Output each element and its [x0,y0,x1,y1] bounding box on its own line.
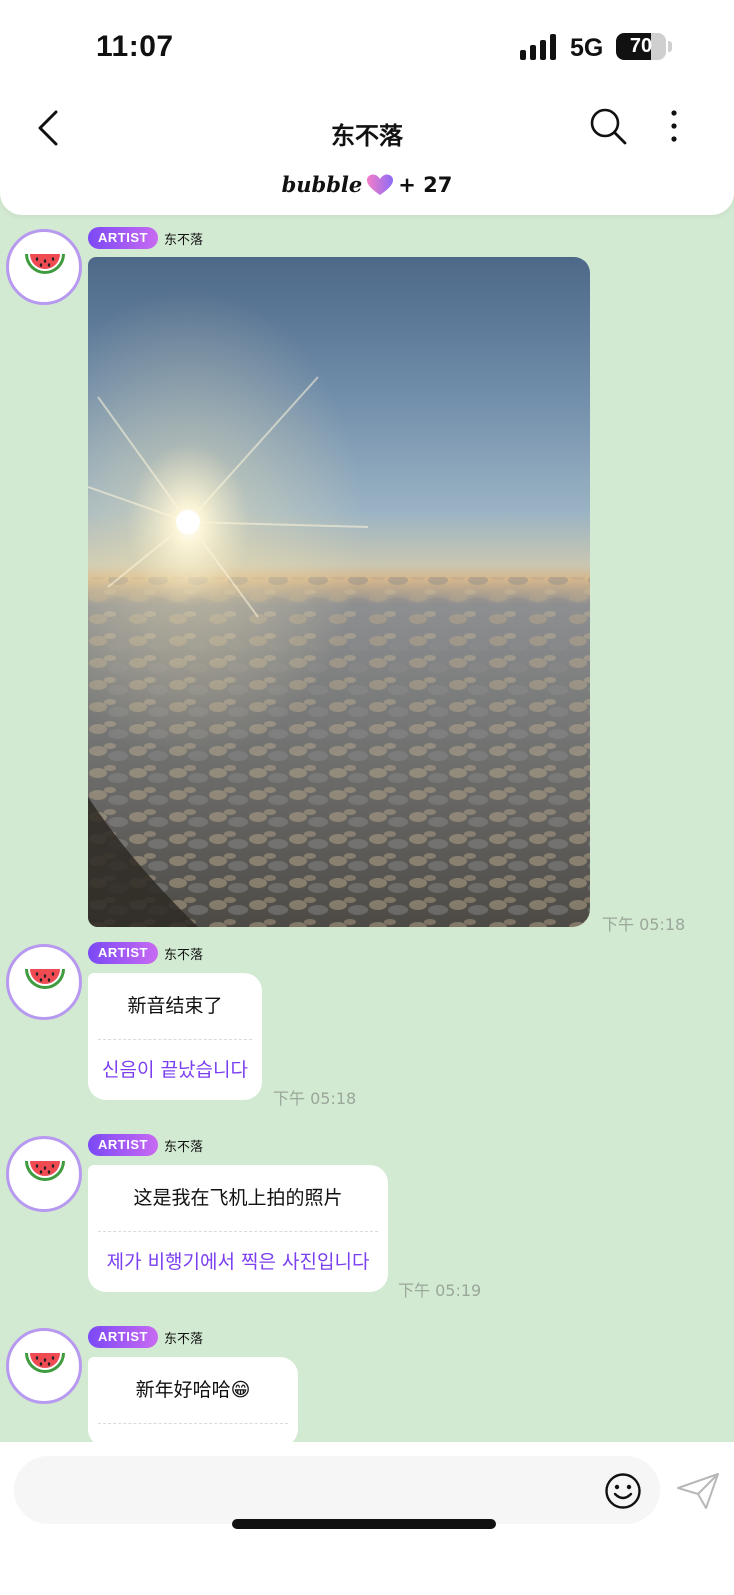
message-bubble[interactable]: 新年好哈哈😁 [88,1357,298,1442]
message-item: ARTIST 东不落 新音结束了 신음이 끝났습니다 下午 05:18 [0,942,734,1112]
status-time: 11:07 [96,30,174,63]
home-indicator[interactable] [232,1519,496,1529]
translation-divider [98,1423,288,1424]
chat-header: 东不落 bubble + 27 [0,90,734,215]
sender-row: ARTIST 东不落 [88,1134,203,1156]
message-translation: 제가 비행기에서 찍은 사진입니다 [106,1251,370,1273]
message-translation: 신음이 끝났습니다 [102,1059,248,1081]
watermelon-icon [25,254,65,274]
message-item: ARTIST 东不落 下午 05:18 [0,227,734,947]
more-vertical-icon[interactable] [664,106,684,146]
emoji-icon[interactable] [604,1472,642,1510]
message-time: 下午 05:18 [602,915,686,934]
sender-name: 东不落 [163,1331,203,1347]
photo-message[interactable] [88,257,590,927]
heart-icon [367,174,394,195]
message-original-text: 新年好哈哈😁 [135,1379,251,1401]
message-original-text: 新音结束了 [127,995,223,1017]
sender-row: ARTIST 东不落 [88,942,203,964]
artist-badge: ARTIST [88,227,158,249]
sender-row: ARTIST 东不落 [88,1326,203,1348]
artist-badge: ARTIST [88,942,158,964]
search-icon[interactable] [588,106,628,146]
watermelon-icon [25,1353,65,1373]
avatar[interactable] [6,229,82,305]
watermelon-icon [25,969,65,989]
status-bar: 11:07 5G 70 [0,0,734,90]
chat-messages[interactable]: ARTIST 东不落 下午 05:18 ARTIST 东不落 新音结束了 신음이… [0,215,734,1442]
avatar[interactable] [6,1136,82,1212]
message-item: ARTIST 东不落 这是我在飞机上拍的照片 제가 비행기에서 찍은 사진입니다… [0,1134,734,1304]
message-item: ARTIST 东不落 新年好哈哈😁 [0,1326,734,1442]
message-input[interactable] [14,1456,660,1524]
watermelon-icon [25,1161,65,1181]
message-bubble[interactable]: 新音结束了 신음이 끝났습니다 [88,973,262,1100]
network-type: 5G [570,34,604,62]
send-icon[interactable] [676,1472,720,1510]
battery-tip [668,41,672,52]
sender-name: 东不落 [163,232,203,248]
artist-badge: ARTIST [88,1134,158,1156]
sender-name: 东不落 [163,1139,203,1155]
battery-icon: 70 [616,33,666,60]
sender-row: ARTIST 东不落 [88,227,203,249]
avatar[interactable] [6,1328,82,1404]
message-bubble[interactable]: 这是我在飞机上拍的照片 제가 비행기에서 찍은 사진입니다 [88,1165,388,1292]
subscribe-count: + 27 [398,173,453,197]
message-time: 下午 05:18 [273,1089,357,1108]
artist-badge: ARTIST [88,1326,158,1348]
signal-icon [520,34,556,60]
message-original-text: 这是我在飞机上拍的照片 [133,1187,343,1209]
battery-level: 70 [629,35,653,57]
subscription-banner[interactable]: bubble + 27 [0,172,734,197]
avatar[interactable] [6,944,82,1020]
sky-photo [88,257,590,927]
sender-name: 东不落 [163,947,203,963]
message-time: 下午 05:19 [398,1281,482,1300]
bubble-logo: bubble [281,172,363,197]
